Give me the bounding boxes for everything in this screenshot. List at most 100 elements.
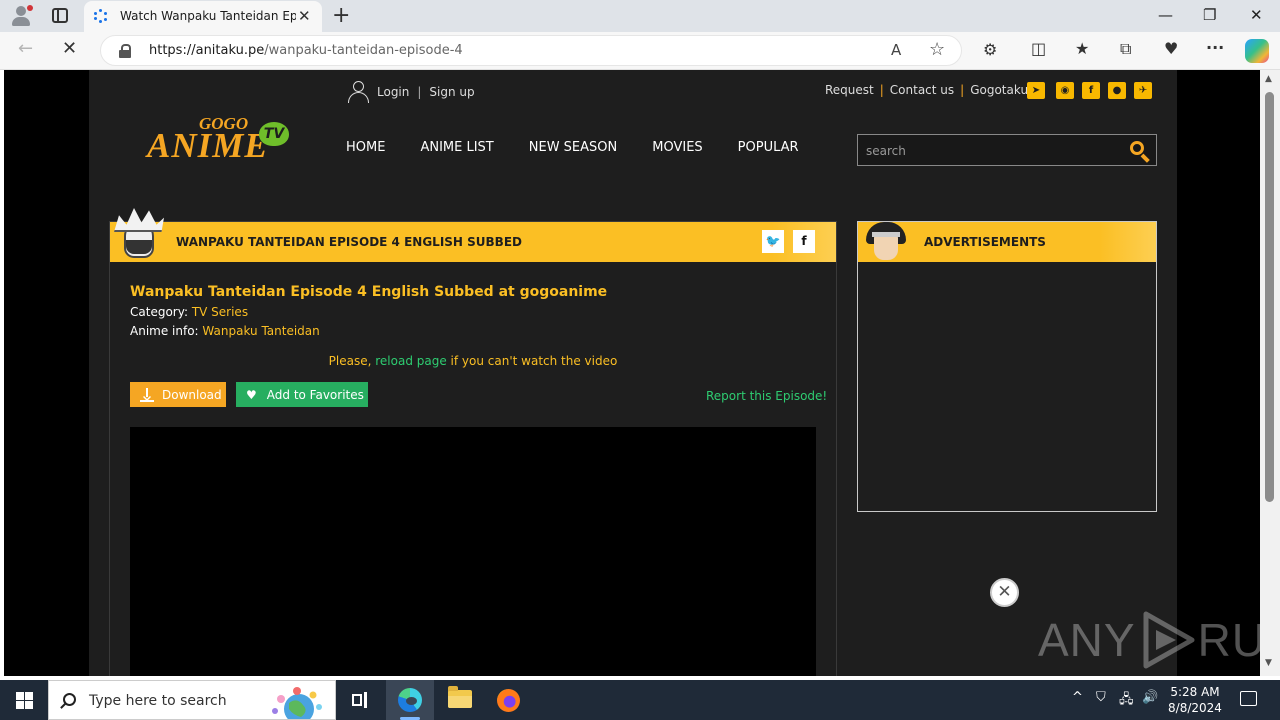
anime-info-line: Anime info: Wanpaku Tanteidan xyxy=(130,324,320,338)
extensions-icon[interactable]: ⚙ xyxy=(983,40,997,59)
windows-start-icon[interactable] xyxy=(16,692,33,709)
notification-icon[interactable] xyxy=(1240,691,1257,706)
taskbar-search-placeholder: Type here to search xyxy=(89,693,227,709)
download-label: Download xyxy=(162,387,222,402)
taskbar-firefox[interactable] xyxy=(484,680,532,720)
collections-icon[interactable]: ⧉ xyxy=(1120,39,1131,59)
scrollbar-thumb[interactable] xyxy=(1265,92,1274,502)
top-links: Request | Contact us | Gogotaku xyxy=(825,83,1028,97)
search-input[interactable] xyxy=(866,141,1116,161)
taskbar-file-explorer[interactable] xyxy=(436,680,484,720)
category-label: Category: xyxy=(130,305,188,319)
header-decoration xyxy=(1100,222,1156,262)
play-triangle-icon xyxy=(1138,610,1196,670)
settings-menu-icon[interactable]: ··· xyxy=(1206,38,1224,57)
logo-tv-badge: TV xyxy=(259,122,289,146)
nav-popular[interactable]: POPULAR xyxy=(738,140,799,155)
watermark-left-text: ANY xyxy=(1038,614,1136,666)
reload-suffix: if you can't watch the video xyxy=(450,354,618,368)
facebook-icon[interactable]: f xyxy=(1082,82,1100,99)
taskbar-search[interactable]: Type here to search xyxy=(48,680,336,720)
twitter-icon[interactable]: ✈ xyxy=(1134,82,1152,99)
close-window-button[interactable]: ✕ xyxy=(1250,6,1263,24)
episode-panel-header: WANPAKU TANTEIDAN EPISODE 4 ENGLISH SUBB… xyxy=(110,208,836,262)
search-icon[interactable] xyxy=(1130,141,1152,163)
close-tab-icon[interactable]: ✕ xyxy=(298,7,311,25)
clock-time: 5:28 AM xyxy=(1170,685,1220,699)
tab-actions-icon[interactable] xyxy=(52,8,68,23)
loading-favicon-icon xyxy=(94,9,108,23)
copilot-icon[interactable] xyxy=(1245,39,1269,63)
page-scrollbar[interactable]: ▲ ▼ xyxy=(1260,70,1280,676)
profile-icon[interactable] xyxy=(10,5,33,27)
stop-loading-button[interactable]: ✕ xyxy=(62,38,77,59)
nav-home[interactable]: HOME xyxy=(346,140,385,155)
login-link[interactable]: Login xyxy=(377,85,409,99)
favorite-star-icon[interactable]: ☆ xyxy=(929,39,945,60)
login-separator: | xyxy=(417,85,422,99)
restore-button[interactable]: ❐ xyxy=(1203,6,1216,24)
site-search xyxy=(857,134,1157,166)
clock-date: 8/8/2024 xyxy=(1168,701,1222,715)
firefox-icon xyxy=(497,689,520,712)
tray-volume-icon[interactable]: 🔊 xyxy=(1142,690,1158,705)
top-link-separator: | xyxy=(960,83,965,97)
scroll-up-icon[interactable]: ▲ xyxy=(1265,74,1272,84)
nav-movies[interactable]: MOVIES xyxy=(652,140,702,155)
episode-title: Wanpaku Tanteidan Episode 4 English Subb… xyxy=(130,284,608,300)
nav-anime-list[interactable]: ANIME LIST xyxy=(420,140,493,155)
gogotaku-link[interactable]: Gogotaku xyxy=(970,83,1028,97)
download-icon xyxy=(140,387,154,402)
read-aloud-icon[interactable]: A xyxy=(891,41,901,59)
tray-security-icon[interactable]: ⛉ xyxy=(1096,690,1106,705)
reddit-icon[interactable]: ● xyxy=(1108,82,1126,99)
edge-icon xyxy=(398,688,422,712)
contact-link[interactable]: Contact us xyxy=(890,83,954,97)
close-ad-button[interactable]: ✕ xyxy=(990,578,1019,607)
scroll-down-icon[interactable]: ▼ xyxy=(1265,658,1272,668)
heart-icon: ♥ xyxy=(246,387,257,402)
episode-header-title: WANPAKU TANTEIDAN EPISODE 4 ENGLISH SUBB… xyxy=(176,235,522,249)
browser-tab-active[interactable]: Watch Wanpaku Tanteidan Episode 4 Englis… xyxy=(84,1,322,32)
reload-prefix: Please, xyxy=(328,354,372,368)
anime-info-label: Anime info: xyxy=(130,324,199,338)
tray-network-icon[interactable]: 🖧 xyxy=(1119,690,1134,712)
address-bar[interactable]: https://anitaku.pe/wanpaku-tanteidan-epi… xyxy=(100,35,962,66)
telegram-icon[interactable]: ➤ xyxy=(1027,82,1045,99)
request-link[interactable]: Request xyxy=(825,83,874,97)
top-link-separator: | xyxy=(879,83,884,97)
advertisements-title: ADVERTISEMENTS xyxy=(924,235,1046,249)
discord-icon[interactable]: ◉ xyxy=(1056,82,1074,99)
taskbar-edge[interactable] xyxy=(386,680,434,720)
globe-decoration-icon xyxy=(272,687,322,719)
favorites-icon[interactable]: ★ xyxy=(1075,39,1089,58)
address-bar-row: ← ✕ https://anitaku.pe/wanpaku-tanteidan… xyxy=(0,32,1280,70)
nav-new-season[interactable]: NEW SEASON xyxy=(529,140,618,155)
new-tab-button[interactable]: + xyxy=(332,3,350,28)
folder-icon xyxy=(448,686,472,708)
share-twitter-button[interactable]: 🐦 xyxy=(762,230,784,253)
signup-link[interactable]: Sign up xyxy=(429,85,474,99)
minimize-button[interactable]: — xyxy=(1158,6,1173,24)
url-text[interactable]: https://anitaku.pe/wanpaku-tanteidan-epi… xyxy=(149,43,463,58)
tray-chevron-icon[interactable]: ^ xyxy=(1072,690,1083,705)
taskbar-clock[interactable]: 5:28 AM 8/8/2024 xyxy=(1160,684,1230,716)
category-link[interactable]: TV Series xyxy=(192,305,248,319)
browser-essentials-icon[interactable]: ♥ xyxy=(1164,39,1178,58)
add-to-favorites-button[interactable]: ♥ Add to Favorites xyxy=(236,382,368,407)
split-screen-icon[interactable]: ◫ xyxy=(1031,39,1046,58)
share-facebook-button[interactable]: f xyxy=(793,230,815,253)
url-host: https://anitaku.pe xyxy=(149,43,265,58)
logo-anime-text: ANIME xyxy=(147,126,269,165)
page-viewport: Login | Sign up Request | Contact us | G… xyxy=(4,70,1260,676)
download-button[interactable]: Download xyxy=(130,382,226,407)
reload-page-link[interactable]: reload page xyxy=(375,354,446,368)
video-player[interactable] xyxy=(130,427,816,676)
back-button[interactable]: ← xyxy=(18,38,33,59)
report-episode-link[interactable]: Report this Episode! xyxy=(706,389,827,403)
lock-icon[interactable] xyxy=(119,44,131,58)
add-to-favorites-label: Add to Favorites xyxy=(266,387,364,402)
task-view-icon[interactable] xyxy=(352,692,368,708)
anime-info-link[interactable]: Wanpaku Tanteidan xyxy=(202,324,319,338)
gogoanime-logo[interactable]: GOGO ANIME TV xyxy=(147,114,293,170)
